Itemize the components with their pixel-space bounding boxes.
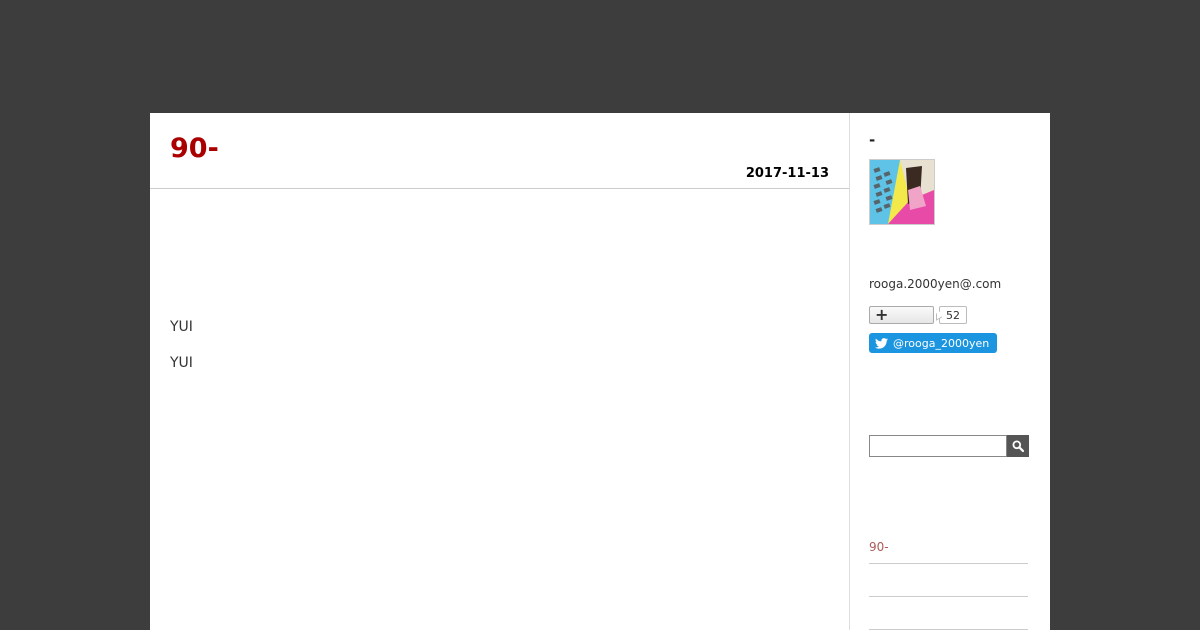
recent-entry-link[interactable]: 90- <box>869 531 1028 564</box>
entry-date: 2017-11-13 <box>745 166 829 181</box>
entry-paragraph: YUI <box>170 319 193 335</box>
main-column: 90- 2017-11-13 YUI YUI <box>150 113 850 630</box>
twitter-handle: @rooga_2000yen <box>893 336 990 350</box>
follower-count: 52 <box>939 306 967 324</box>
blog-page: 90- 2017-11-13 YUI YUI - rooga.2000yen@.… <box>150 113 1050 630</box>
search-form <box>869 435 1029 457</box>
entry-title-link[interactable]: 90- <box>170 131 219 167</box>
search-button[interactable] <box>1007 435 1029 457</box>
plus-icon: + <box>875 305 889 324</box>
sidebar: - rooga.2000yen@.com + 52 @rooga_2000yen… <box>850 113 1050 630</box>
twitter-bird-icon <box>875 337 888 349</box>
profile-email: rooga.2000yen@.com <box>869 277 1002 291</box>
follow-button[interactable]: + <box>869 305 934 324</box>
magnifier-icon <box>1012 440 1024 452</box>
twitter-follow-button[interactable]: @rooga_2000yen <box>869 333 998 353</box>
recent-entries-list: 90- <box>869 531 1028 630</box>
recent-entry-link[interactable] <box>869 597 1028 630</box>
profile-name: - <box>869 131 876 149</box>
entry-header: 90- 2017-11-13 <box>150 113 849 189</box>
entry-body: YUI YUI <box>170 318 193 390</box>
entry-paragraph: YUI <box>170 355 193 371</box>
follow-widget: + 52 <box>869 305 967 324</box>
search-input[interactable] <box>869 435 1007 457</box>
recent-entry-link[interactable] <box>869 564 1028 597</box>
avatar-image <box>870 160 934 224</box>
avatar[interactable] <box>869 159 935 225</box>
